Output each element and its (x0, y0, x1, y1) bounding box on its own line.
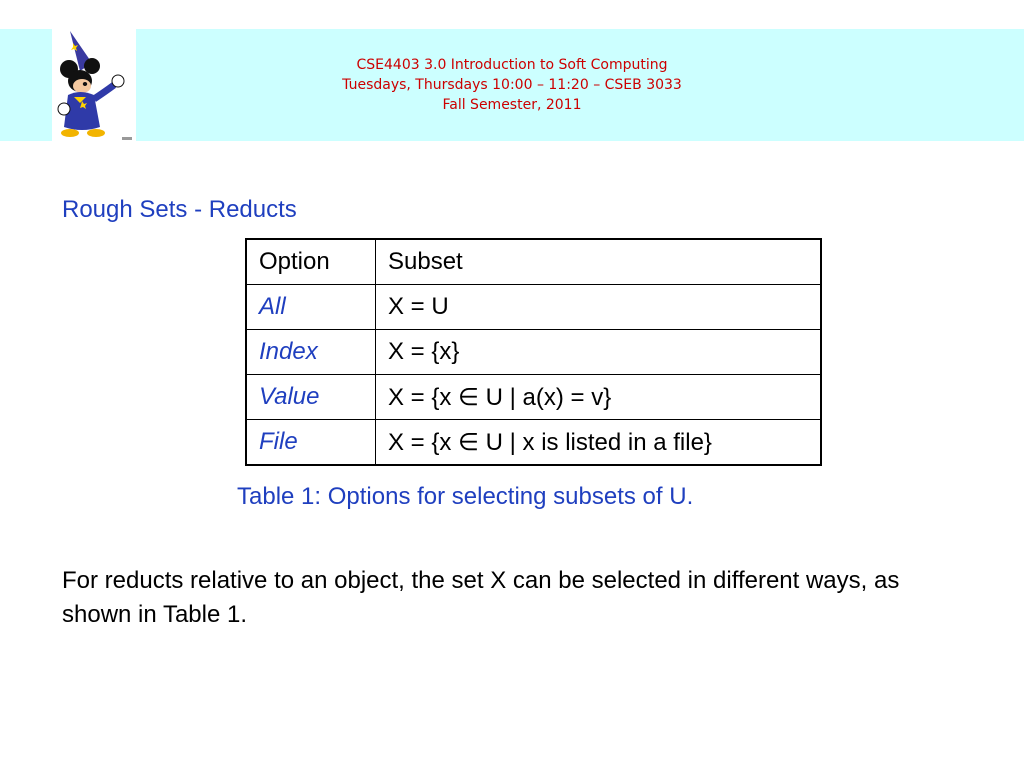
table-row: Value X = {x ∈ U | a(x) = v} (245, 374, 822, 420)
body-paragraph: For reducts relative to an object, the s… (62, 567, 900, 628)
wizard-mascot-logo (52, 29, 136, 142)
course-title-line: CSE4403 3.0 Introduction to Soft Computi… (356, 57, 668, 73)
table-caption: Table 1: Options for selecting subsets o… (237, 483, 694, 510)
wizard-mascot-icon (57, 31, 132, 140)
course-schedule-line: Tuesdays, Thursdays 10:00 – 11:20 – CSEB… (342, 77, 682, 93)
subset-cell: X = {x} (375, 329, 822, 375)
column-header-option: Option (245, 238, 376, 285)
table-row: File X = {x ∈ U | x is listed in a file} (245, 419, 822, 466)
subset-cell: X = {x ∈ U | a(x) = v} (375, 374, 822, 420)
slide-title: Rough Sets - Reducts (62, 196, 297, 223)
column-header-subset: Subset (375, 238, 822, 285)
subset-cell: X = U (375, 284, 822, 330)
option-cell: File (245, 419, 376, 466)
subset-cell: X = {x ∈ U | x is listed in a file} (375, 419, 822, 466)
option-cell: All (245, 284, 376, 330)
course-header: CSE4403 3.0 Introduction to Soft Computi… (160, 55, 864, 115)
option-cell: Value (245, 374, 376, 420)
option-cell: Index (245, 329, 376, 375)
options-table: Option Subset All X = U Index X = {x} Va… (245, 238, 822, 466)
table-row: Index X = {x} (245, 329, 822, 375)
table-row: All X = U (245, 284, 822, 330)
course-semester-line: Fall Semester, 2011 (442, 97, 582, 113)
table-header-row: Option Subset (245, 238, 822, 285)
